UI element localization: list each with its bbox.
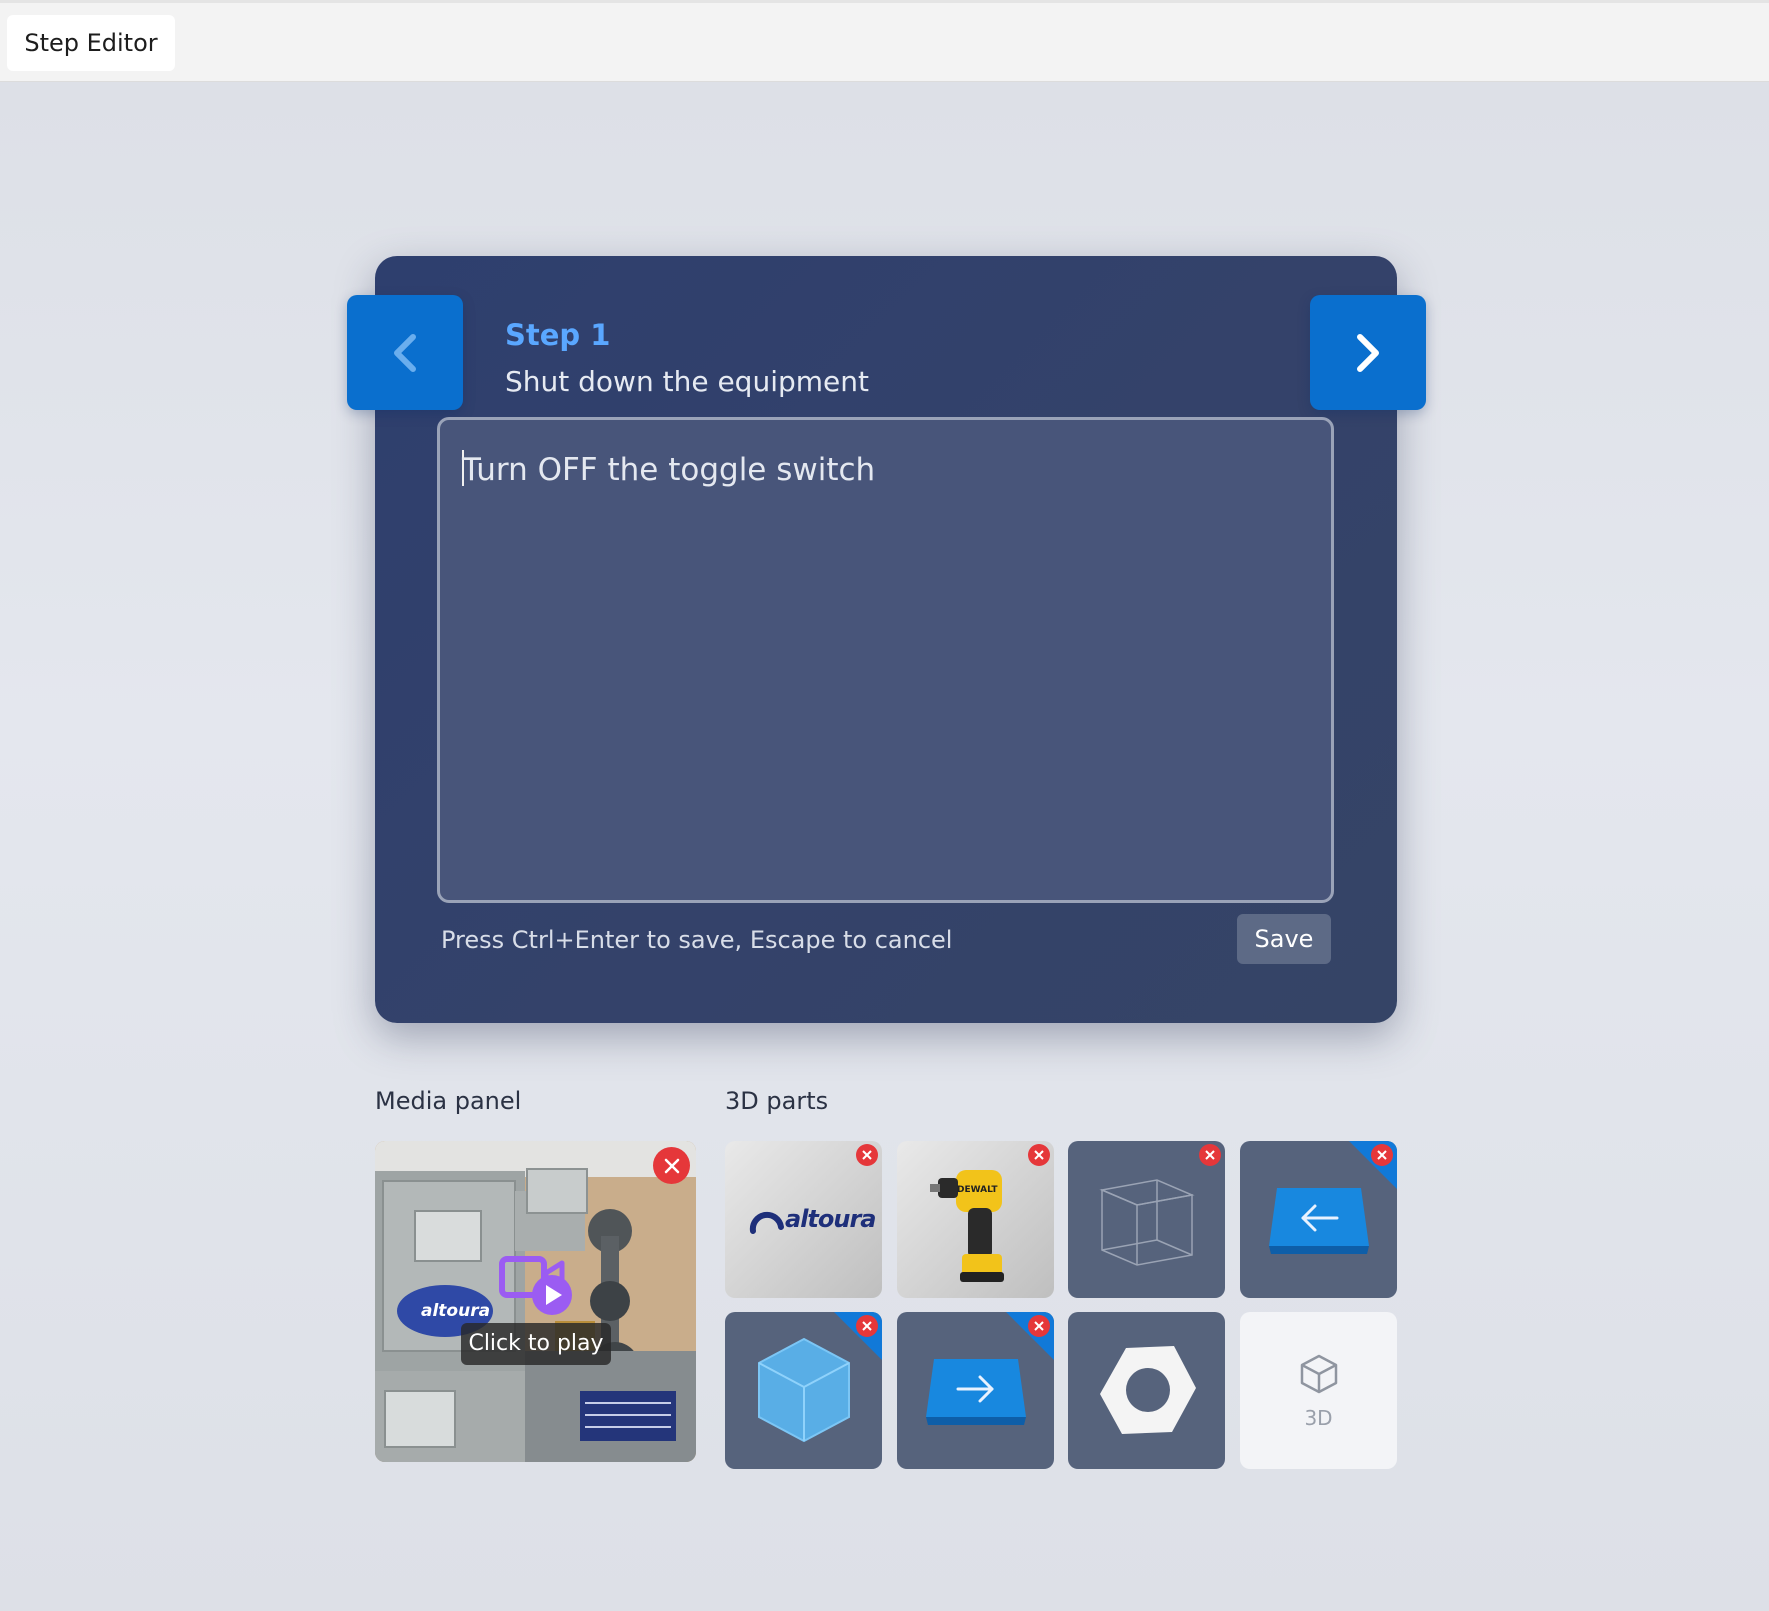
remove-part-impact-driver[interactable] — [1028, 1144, 1050, 1166]
next-step-button[interactable] — [1310, 295, 1426, 410]
remove-part-wireframe-cube[interactable] — [1199, 1144, 1221, 1166]
altoura-logo-text: altoura — [785, 1205, 876, 1233]
chevron-left-icon — [394, 333, 416, 372]
close-icon — [1034, 1150, 1044, 1160]
video-thumbnail[interactable]: altoura — [375, 1141, 696, 1462]
remove-part-altoura-logo[interactable] — [856, 1144, 878, 1166]
part-right-arrow-button[interactable] — [897, 1312, 1054, 1469]
part-impact-driver[interactable]: DEWALT — [897, 1141, 1054, 1298]
add-3d-part-button[interactable]: 3D — [1240, 1312, 1397, 1469]
remove-media-button[interactable] — [653, 1147, 690, 1184]
hex-nut-icon — [1099, 1345, 1196, 1434]
close-icon — [1205, 1150, 1215, 1160]
close-icon — [1377, 1150, 1387, 1160]
close-icon — [862, 1321, 872, 1331]
keyboard-hint: Press Ctrl+Enter to save, Escape to canc… — [441, 926, 953, 954]
previous-step-button[interactable] — [347, 295, 463, 410]
part-hex-nut[interactable] — [1068, 1312, 1225, 1469]
add-3d-part-label: 3D — [1304, 1405, 1333, 1430]
instruction-text-editor[interactable]: Turn OFF the toggle switch — [437, 417, 1334, 903]
remove-part-right-arrow-button[interactable] — [1028, 1315, 1050, 1337]
right-arrow-button-icon — [925, 1358, 1026, 1425]
parts-panel-label: 3D parts — [725, 1087, 829, 1115]
video-camera-icon — [499, 1256, 572, 1315]
close-icon — [862, 1150, 872, 1160]
tab-step-editor[interactable]: Step Editor — [7, 15, 175, 71]
close-icon — [664, 1158, 679, 1173]
media-logo-text: altoura — [421, 1301, 491, 1321]
part-left-arrow-button[interactable] — [1240, 1141, 1397, 1298]
chevron-right-icon — [1357, 333, 1379, 372]
part-altoura-logo[interactable]: altoura — [725, 1141, 882, 1298]
click-to-play-tooltip: Click to play — [461, 1323, 611, 1365]
cube-outline-icon — [1300, 1354, 1337, 1393]
altoura-logo-icon — [749, 1211, 784, 1234]
remove-part-blue-cube[interactable] — [856, 1315, 878, 1337]
instruction-text: Turn OFF the toggle switch — [462, 452, 876, 488]
impact-driver-icon — [929, 1169, 1004, 1282]
part-wireframe-cube[interactable] — [1068, 1141, 1225, 1298]
step-title: Shut down the equipment — [505, 365, 869, 398]
close-icon — [1034, 1321, 1044, 1331]
wireframe-cube-icon — [1098, 1178, 1195, 1266]
part-blue-cube[interactable] — [725, 1312, 882, 1469]
remove-part-left-arrow-button[interactable] — [1371, 1144, 1393, 1166]
left-arrow-button-icon — [1268, 1187, 1369, 1254]
impact-driver-brand-text: DEWALT — [957, 1185, 998, 1195]
save-button[interactable]: Save — [1237, 914, 1331, 964]
media-panel-label: Media panel — [375, 1087, 522, 1115]
step-number-label: Step 1 — [505, 318, 611, 352]
top-bar: Step Editor — [0, 0, 1769, 82]
